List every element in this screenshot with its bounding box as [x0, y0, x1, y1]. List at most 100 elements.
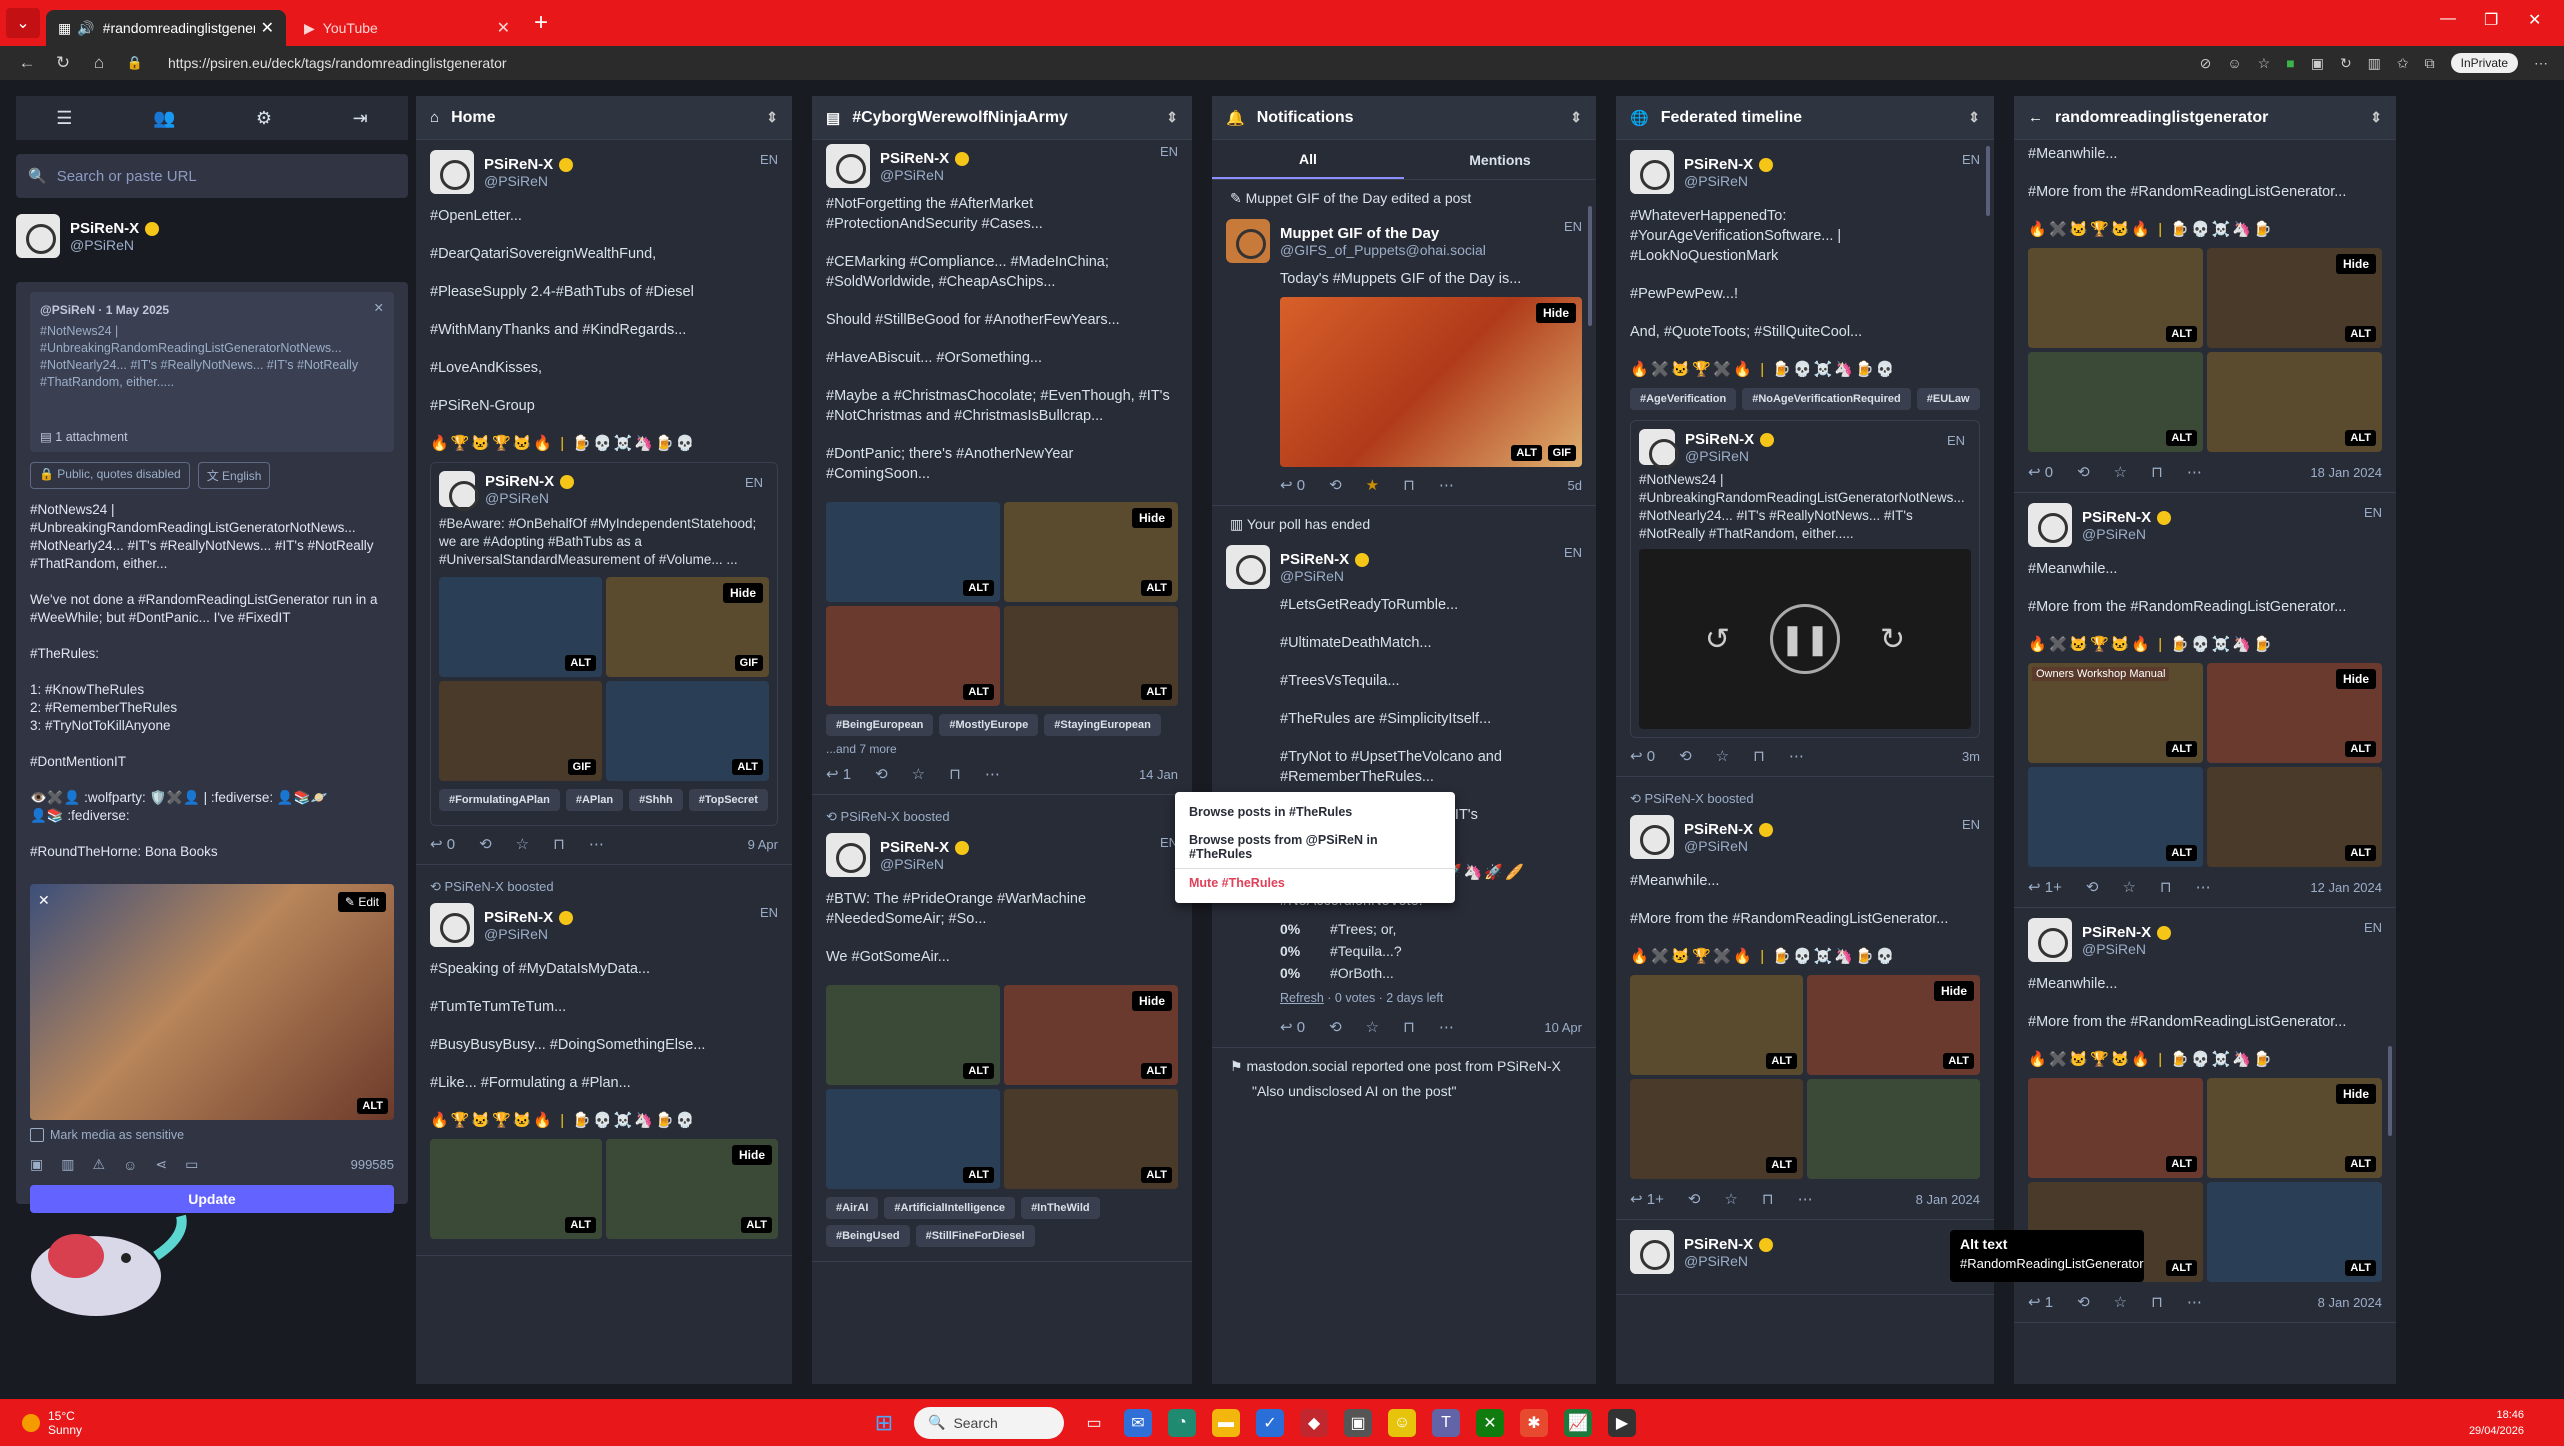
status[interactable]: ⟲ PSiReN-X boosted PSiReN-X @PSiReN EN #M… [1616, 777, 1994, 1220]
favourite-icon[interactable]: ☆ [2122, 878, 2135, 896]
timestamp[interactable]: 14 Jan [1139, 767, 1178, 782]
display-name[interactable]: PSiReN-X [1280, 551, 1349, 568]
boost-icon[interactable]: ⟲ [1329, 1018, 1342, 1036]
edit-media-button[interactable]: ✎ Edit [337, 892, 386, 912]
media-item[interactable]: ALT [826, 502, 1000, 602]
media-icon[interactable]: ▣ [30, 1156, 43, 1173]
boost-icon[interactable]: ⟲ [875, 765, 888, 783]
media-item[interactable]: Hide ALT [1004, 502, 1178, 602]
column-header[interactable]: ▤ #CyborgWerewolfNinjaArmy ⇕ [812, 96, 1192, 140]
status[interactable]: PSiReN-X @PSiReN EN #NotForgetting the #A… [812, 140, 1192, 795]
bookmark-icon[interactable]: ⊓ [2151, 1293, 2163, 1311]
media-item[interactable]: Hide ALT GIF [1280, 297, 1582, 467]
favourite-icon[interactable]: ☆ [2114, 463, 2127, 481]
reply-icon[interactable]: ↩ 0 [1630, 747, 1655, 765]
reply-icon[interactable]: ↩ 1+ [1630, 1190, 1664, 1208]
reply-icon[interactable]: ↩ 1+ [2028, 878, 2062, 896]
edge-icon[interactable]: ◔ [1168, 1408, 1196, 1437]
app-icon[interactable]: ▣ [1344, 1408, 1372, 1437]
hashtag[interactable]: #InTheWild [1021, 1197, 1100, 1219]
avatar[interactable] [1226, 545, 1270, 589]
visibility-chip[interactable]: 🔒 Public, quotes disabled [30, 462, 190, 489]
media-item[interactable]: ALT [1630, 1079, 1803, 1179]
alt-badge[interactable]: ALT [1141, 1063, 1172, 1079]
hashtag[interactable]: #AgeVerification [1630, 388, 1737, 410]
timestamp[interactable]: 8 Jan 2024 [2318, 1295, 2382, 1310]
timestamp[interactable]: 18 Jan 2024 [2310, 465, 2382, 480]
display-name[interactable]: PSiReN-X [1684, 821, 1753, 838]
language-chip[interactable]: 文 English [197, 462, 271, 489]
app-icon[interactable]: ✱ [1520, 1408, 1548, 1437]
pause-icon[interactable]: ❚❚ [1770, 604, 1840, 674]
more-icon[interactable]: ⋯ [589, 835, 604, 853]
alt-badge[interactable]: ALT [2345, 1260, 2376, 1276]
start-icon[interactable]: ⊞ [870, 1409, 898, 1437]
handle[interactable]: @PSiReN [484, 926, 573, 942]
timestamp[interactable]: 3m [1962, 749, 1980, 764]
handle[interactable]: @PSiReN [1684, 173, 1773, 189]
media-player-icon[interactable]: ▶ [1608, 1408, 1636, 1437]
bookmark-icon[interactable]: ⊓ [1403, 476, 1415, 494]
media-item[interactable]: ALT [826, 606, 1000, 706]
alt-badge[interactable]: ALT [963, 1063, 994, 1079]
read-aloud-icon[interactable]: ☺ [2227, 55, 2241, 71]
favourite-icon[interactable]: ☆ [912, 765, 925, 783]
tracking-icon[interactable]: ⊘ [2200, 55, 2212, 72]
status[interactable]: ⟲ PSiReN-X boosted PSiReN-X @PSiReN EN #B… [812, 795, 1192, 1262]
boost-icon[interactable]: ⟲ [479, 835, 492, 853]
media-item[interactable] [1807, 1079, 1980, 1179]
minimize-icon[interactable]: — [2440, 10, 2456, 28]
favourite-icon[interactable]: ☆ [2114, 1293, 2127, 1311]
hide-media-button[interactable]: Hide [2335, 669, 2376, 689]
settings-icon[interactable]: ⇕ [766, 109, 778, 126]
back-icon[interactable]: ← [2028, 109, 2043, 126]
more-icon[interactable]: ⋯ [2196, 878, 2211, 896]
media-item[interactable]: GIF [439, 681, 602, 781]
handle[interactable]: @PSiReN [1684, 838, 1773, 854]
close-tab-icon[interactable]: ✕ [497, 18, 510, 38]
alt-badge[interactable]: ALT [1141, 684, 1172, 700]
emoji-icon[interactable]: ☺ [123, 1157, 137, 1173]
column-header[interactable]: 🌐 Federated timeline ⇕ [1616, 96, 1994, 140]
media-item[interactable]: Hide ALT [2207, 663, 2382, 763]
status[interactable]: PSiReN-X @PSiReN EN #Meanwhile... #More f… [2014, 493, 2396, 908]
status[interactable]: #Meanwhile... #More from the #RandomRead… [2014, 140, 2396, 493]
handle[interactable]: @GIFS_of_Puppets@ohai.social [1280, 242, 1486, 258]
bookmark-icon[interactable]: ⊓ [1762, 1190, 1774, 1208]
alt-badge[interactable]: ALT [2166, 1260, 2197, 1276]
handle[interactable]: @PSiReN [1685, 448, 1774, 464]
handle[interactable]: @PSiReN [485, 490, 574, 506]
current-account[interactable]: PSiReN-X @PSiReN [16, 214, 408, 258]
hashtag[interactable]: #StillFineForDiesel [915, 1225, 1035, 1247]
share-icon[interactable]: ⋖ [155, 1156, 167, 1173]
alt-badge[interactable]: ALT [2345, 326, 2376, 342]
timestamp[interactable]: 5d [1568, 478, 1582, 493]
tab-mentions[interactable]: Mentions [1404, 140, 1596, 179]
hashtag[interactable]: #BeingUsed [826, 1225, 910, 1247]
status[interactable]: Muppet GIF of the Day @GIFS_of_Puppets@oh… [1212, 217, 1596, 506]
alt-badge[interactable]: ALT [1766, 1157, 1797, 1173]
hide-media-button[interactable]: Hide [1933, 981, 1974, 1001]
new-tab-button[interactable]: + [534, 9, 548, 37]
alt-badge[interactable]: ALT [1141, 1167, 1172, 1183]
media-item[interactable]: Hide ALT [2207, 1078, 2382, 1178]
media-item[interactable]: Hide ALT [2207, 248, 2382, 348]
menu-item-mute-tag[interactable]: Mute #TheRules [1175, 868, 1455, 897]
column-header[interactable]: ← randomreadinglistgenerator ⇕ [2014, 96, 2396, 140]
reply-icon[interactable]: ↩ 0 [1280, 476, 1305, 494]
browser-tab-youtube[interactable]: ▶ YouTube ✕ [292, 10, 522, 46]
handle[interactable]: @PSiReN [484, 173, 573, 189]
scrollbar[interactable] [2388, 1046, 2392, 1136]
report-notification[interactable]: ⚑ mastodon.social reported one post from… [1212, 1048, 1596, 1109]
handle[interactable]: @PSiReN [2082, 941, 2171, 957]
handle[interactable]: @PSiReN [1684, 1253, 1773, 1269]
status[interactable]: PSiReN-X @PSiReN EN #OpenLetter... #DearQ… [416, 140, 792, 865]
display-name[interactable]: PSiReN-X [484, 156, 553, 173]
reply-icon[interactable]: ↩ 0 [430, 835, 455, 853]
extension-icon[interactable]: ■ [2286, 55, 2294, 71]
boost-icon[interactable]: ⟲ [2086, 878, 2099, 896]
display-name[interactable]: PSiReN-X [2082, 509, 2151, 526]
hide-media-button[interactable]: Hide [2335, 1084, 2376, 1104]
alt-badge[interactable]: ALT [1511, 445, 1542, 461]
people-icon[interactable]: 👥 [153, 108, 175, 129]
